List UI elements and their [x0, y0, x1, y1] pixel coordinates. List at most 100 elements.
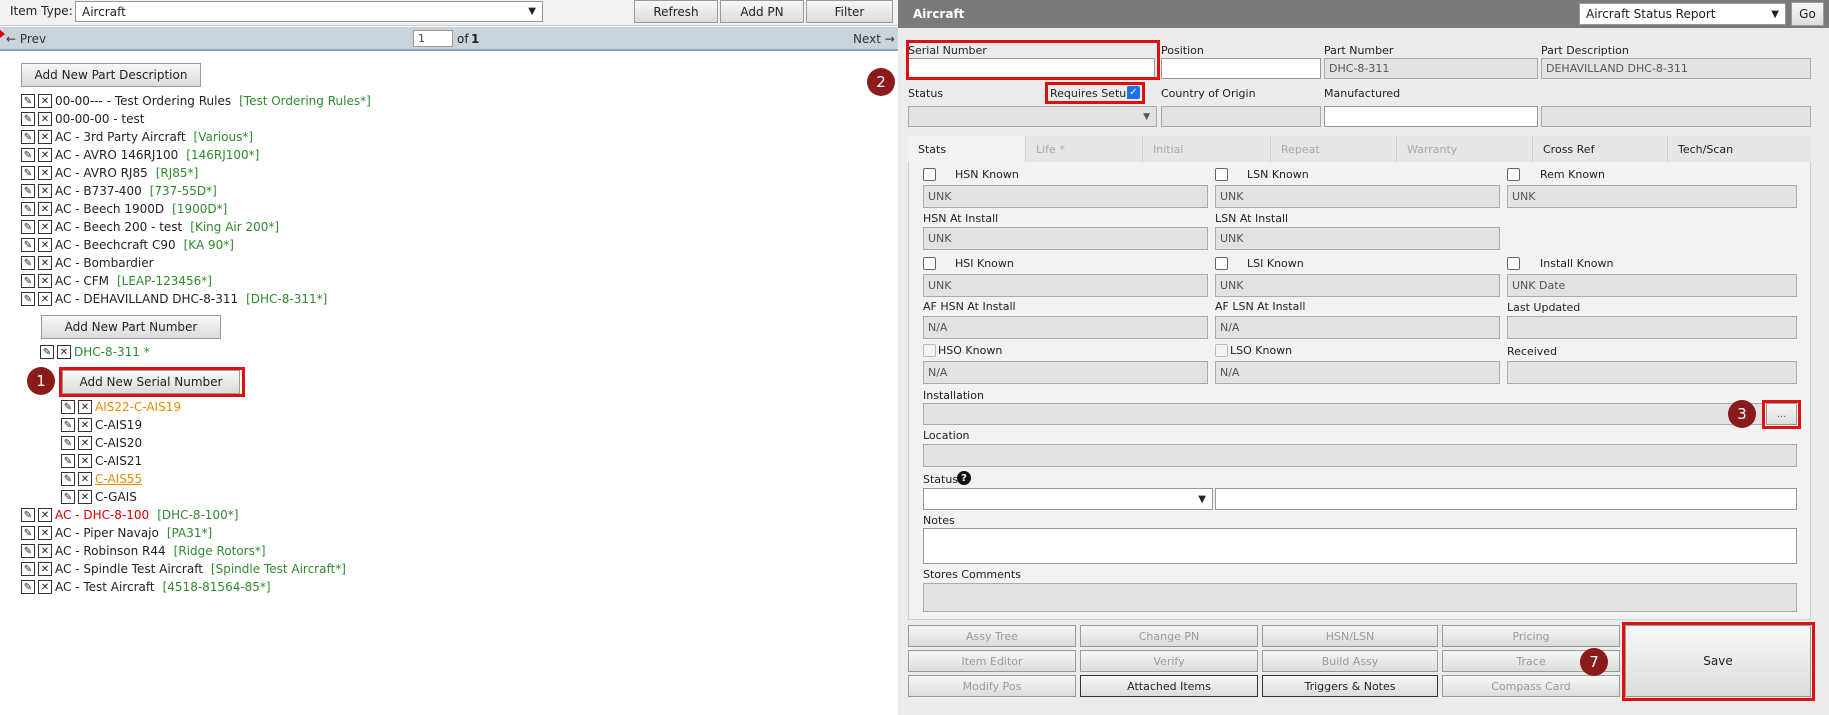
tree-item[interactable]: ✎ ✕ AC - Beechcraft C90 [KA 90*]: [21, 236, 234, 254]
delete-icon[interactable]: ✕: [38, 112, 52, 126]
tree-item-label[interactable]: AC - DEHAVILLAND DHC-8-311: [55, 292, 238, 306]
tree-item[interactable]: ✎ ✕ AC - Piper Navajo [PA31*]: [21, 524, 212, 542]
tab-repeat[interactable]: Repeat: [1271, 136, 1397, 162]
tree-item-label[interactable]: AC - DHC-8-100: [55, 508, 149, 522]
tree-item-label[interactable]: 00-00-00 - test: [55, 112, 144, 126]
tree-item[interactable]: ✎ ✕ AC - DHC-8-100 [DHC-8-100*]: [21, 506, 238, 524]
tree-item[interactable]: ✎ ✕ AC - DEHAVILLAND DHC-8-311 [DHC-8-311*]: [21, 290, 327, 308]
tree-item-label[interactable]: AC - Test Aircraft: [55, 580, 155, 594]
delete-icon[interactable]: ✕: [38, 166, 52, 180]
delete-icon[interactable]: ✕: [38, 580, 52, 594]
tree-item-label[interactable]: AC - AVRO RJ85: [55, 166, 148, 180]
add-part-number-button[interactable]: Add New Part Number: [41, 315, 221, 339]
edit-icon[interactable]: ✎: [40, 345, 54, 359]
status2-text-input[interactable]: [1215, 488, 1797, 510]
part-number-label[interactable]: DHC-8-311 *: [74, 345, 150, 359]
edit-icon[interactable]: ✎: [21, 94, 35, 108]
delete-icon[interactable]: ✕: [38, 220, 52, 234]
edit-icon[interactable]: ✎: [21, 166, 35, 180]
item-editor-button[interactable]: Item Editor: [908, 650, 1076, 672]
tree-item-label[interactable]: AC - B737-400: [55, 184, 142, 198]
assy-tree-button[interactable]: Assy Tree: [908, 625, 1076, 647]
edit-icon[interactable]: ✎: [21, 112, 35, 126]
tree-item-label[interactable]: C-AIS55: [95, 472, 142, 486]
go-button[interactable]: Go: [1791, 2, 1824, 26]
modify-pos-button[interactable]: Modify Pos: [908, 675, 1076, 697]
hsn-known-checkbox[interactable]: [923, 168, 936, 181]
edit-icon[interactable]: ✎: [61, 436, 75, 450]
delete-icon[interactable]: ✕: [38, 544, 52, 558]
compass-card-button[interactable]: Compass Card: [1442, 675, 1620, 697]
edit-icon[interactable]: ✎: [61, 490, 75, 504]
tree-item-label[interactable]: C-GAIS: [95, 490, 137, 504]
tree-item-label[interactable]: AC - Robinson R44: [55, 544, 166, 558]
edit-icon[interactable]: ✎: [21, 274, 35, 288]
delete-icon[interactable]: ✕: [38, 130, 52, 144]
edit-icon[interactable]: ✎: [21, 508, 35, 522]
notes-textarea[interactable]: [923, 528, 1797, 564]
tree-item-label[interactable]: AC - AVRO 146RJ100: [55, 148, 178, 162]
edit-icon[interactable]: ✎: [21, 202, 35, 216]
verify-button[interactable]: Verify: [1080, 650, 1258, 672]
manufactured-input[interactable]: [1324, 106, 1538, 127]
tree-item-label[interactable]: 00-00--- - Test Ordering Rules: [55, 94, 231, 108]
help-icon[interactable]: ?: [957, 471, 971, 485]
delete-icon[interactable]: ✕: [38, 184, 52, 198]
tree-item[interactable]: ✎ ✕ AC - Test Aircraft [4518-81564-85*]: [21, 578, 271, 596]
hsn-lsn-button[interactable]: HSN/LSN: [1262, 625, 1438, 647]
edit-icon[interactable]: ✎: [21, 238, 35, 252]
hsi-known-checkbox[interactable]: [923, 257, 936, 270]
delete-icon[interactable]: ✕: [38, 94, 52, 108]
pricing-button[interactable]: Pricing: [1442, 625, 1620, 647]
delete-icon[interactable]: ✕: [78, 418, 92, 432]
tab-stats[interactable]: Stats: [908, 136, 1026, 162]
edit-icon[interactable]: ✎: [21, 148, 35, 162]
tree-item-label[interactable]: AC - CFM: [55, 274, 109, 288]
edit-icon[interactable]: ✎: [21, 220, 35, 234]
delete-icon[interactable]: ✕: [38, 256, 52, 270]
item-type-select[interactable]: Aircraft ▼: [75, 1, 543, 22]
edit-icon[interactable]: ✎: [21, 130, 35, 144]
add-part-description-button[interactable]: Add New Part Description: [21, 63, 201, 87]
tree-item[interactable]: ✎ ✕ AC - Bombardier: [21, 254, 154, 272]
edit-icon[interactable]: ✎: [61, 418, 75, 432]
tree-item-label[interactable]: C-AIS19: [95, 418, 142, 432]
delete-icon[interactable]: ✕: [78, 400, 92, 414]
edit-icon[interactable]: ✎: [61, 454, 75, 468]
delete-icon[interactable]: ✕: [57, 345, 71, 359]
lsi-known-checkbox[interactable]: [1215, 257, 1228, 270]
prev-link[interactable]: ← Prev: [6, 32, 46, 46]
tree-item[interactable]: ✎ ✕ C-AIS20: [61, 434, 142, 452]
attached-items-button[interactable]: Attached Items: [1080, 675, 1258, 697]
tree-item-label[interactable]: AC - Beechcraft C90: [55, 238, 176, 252]
edit-icon[interactable]: ✎: [61, 400, 75, 414]
tree-item-label[interactable]: AIS22-C-AIS19: [95, 400, 181, 414]
delete-icon[interactable]: ✕: [38, 292, 52, 306]
tree-item[interactable]: ✎ ✕ AC - Beech 200 - test [King Air 200*]: [21, 218, 279, 236]
edit-icon[interactable]: ✎: [21, 544, 35, 558]
tree-item[interactable]: ✎ ✕ C-AIS55: [61, 470, 142, 488]
delete-icon[interactable]: ✕: [78, 490, 92, 504]
delete-icon[interactable]: ✕: [78, 454, 92, 468]
tree-item-label[interactable]: AC - Piper Navajo: [55, 526, 159, 540]
tree-item-label[interactable]: AC - Bombardier: [55, 256, 154, 270]
tree-item[interactable]: ✎ ✕ C-AIS21: [61, 452, 142, 470]
edit-icon[interactable]: ✎: [21, 256, 35, 270]
tree-item[interactable]: ✎ ✕ 00-00--- - Test Ordering Rules [Test Or…: [21, 92, 371, 110]
tab-warranty[interactable]: Warranty: [1397, 136, 1533, 162]
position-input[interactable]: [1161, 58, 1321, 79]
filter-button[interactable]: Filter: [806, 0, 893, 23]
add-pn-button[interactable]: Add PN: [720, 0, 804, 23]
tree-item-label[interactable]: AC - 3rd Party Aircraft: [55, 130, 186, 144]
tree-item[interactable]: ✎ ✕ AC - Robinson R44 [Ridge Rotors*]: [21, 542, 266, 560]
lsn-known-checkbox[interactable]: [1215, 168, 1228, 181]
tree-item[interactable]: ✎ ✕ 00-00-00 - test: [21, 110, 144, 128]
triggers-notes-button[interactable]: Triggers & Notes: [1262, 675, 1438, 697]
tab-initial[interactable]: Initial: [1143, 136, 1271, 162]
tree-item[interactable]: ✎ ✕ AC - CFM [LEAP-123456*]: [21, 272, 212, 290]
status-select[interactable]: ▼: [908, 106, 1157, 127]
tree-item[interactable]: ✎ ✕ AC - B737-400 [737-55D*]: [21, 182, 217, 200]
rem-known-checkbox[interactable]: [1507, 168, 1520, 181]
tree-item-label[interactable]: C-AIS21: [95, 454, 142, 468]
tree-item-label[interactable]: AC - Beech 200 - test: [55, 220, 182, 234]
